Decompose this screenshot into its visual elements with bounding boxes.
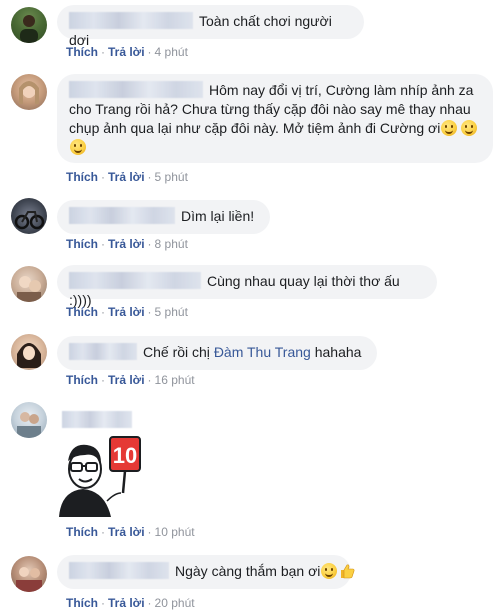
avatar[interactable] bbox=[11, 402, 47, 438]
comment-bubble: Ngày càng thắm bạn ơi bbox=[57, 555, 355, 589]
timestamp[interactable]: 16 phút bbox=[155, 373, 195, 387]
commenter-name-blurred[interactable] bbox=[62, 411, 132, 428]
commenter-name-blurred[interactable] bbox=[69, 343, 137, 360]
avatar-image-icon bbox=[20, 15, 38, 43]
timestamp[interactable]: 10 phút bbox=[155, 525, 195, 539]
reply-link[interactable]: Trả lời bbox=[108, 237, 145, 251]
avatar[interactable] bbox=[11, 266, 47, 302]
separator: · bbox=[147, 373, 152, 387]
like-link[interactable]: Thích bbox=[66, 596, 98, 610]
commenter-name-blurred[interactable] bbox=[69, 81, 203, 98]
like-link[interactable]: Thích bbox=[66, 373, 98, 387]
separator: · bbox=[147, 237, 152, 251]
sticker-man-holding-score-sign[interactable]: 10 bbox=[55, 435, 145, 517]
sticker-body bbox=[59, 489, 111, 517]
avatar[interactable] bbox=[11, 74, 47, 110]
reply-link[interactable]: Trả lời bbox=[108, 45, 145, 59]
timestamp[interactable]: 4 phút bbox=[155, 45, 188, 59]
separator: · bbox=[101, 596, 105, 610]
comment-bubble: Cùng nhau quay lại thời thơ ấu :)))) bbox=[57, 265, 437, 308]
comment-text: hahaha bbox=[314, 344, 362, 360]
like-link[interactable]: Thích bbox=[66, 305, 98, 319]
comment-actions: Thích · Trả lời · 16 phút bbox=[66, 373, 195, 387]
avatar[interactable] bbox=[11, 7, 47, 43]
comment-text-line-3: chụp ảnh qua lại như cặp đôi này. Mở tiệ… bbox=[69, 120, 441, 136]
like-link[interactable]: Thích bbox=[66, 525, 98, 539]
like-link[interactable]: Thích bbox=[66, 237, 98, 251]
separator: · bbox=[147, 170, 152, 184]
comment-text: Dìm lại liền! bbox=[181, 208, 255, 224]
avatar-image-icon bbox=[17, 412, 41, 438]
like-link[interactable]: Thích bbox=[66, 170, 98, 184]
comment-text: Ngày càng thắm bạn ơi bbox=[175, 563, 321, 579]
comment-bubble: Toàn chất chơi người dơi bbox=[57, 5, 364, 48]
smile-emoji-icon bbox=[441, 120, 458, 136]
comment-actions: Thích · Trả lời · 10 phút bbox=[66, 525, 195, 539]
timestamp[interactable]: 5 phút bbox=[155, 305, 188, 319]
commenter-name-blurred[interactable] bbox=[69, 207, 175, 224]
smile-emoji-icon bbox=[321, 563, 338, 579]
score-number: 10 bbox=[113, 443, 137, 468]
separator: · bbox=[101, 45, 105, 59]
avatar-image-icon bbox=[16, 567, 42, 592]
separator: · bbox=[147, 525, 152, 539]
timestamp[interactable]: 8 phút bbox=[155, 237, 188, 251]
avatar-image-icon bbox=[19, 81, 39, 104]
reply-link[interactable]: Trả lời bbox=[108, 170, 145, 184]
avatar-image-icon bbox=[17, 343, 41, 368]
commenter-name-blurred[interactable] bbox=[69, 12, 193, 29]
commenter-name-blurred[interactable] bbox=[69, 272, 201, 289]
reply-link[interactable]: Trả lời bbox=[108, 525, 145, 539]
comment-actions: Thích · Trả lời · 8 phút bbox=[66, 237, 188, 251]
reply-link[interactable]: Trả lời bbox=[108, 596, 145, 610]
smile-emoji-icon bbox=[70, 139, 86, 155]
separator: · bbox=[147, 45, 152, 59]
commenter-name-blurred[interactable] bbox=[69, 562, 169, 579]
comment-bubble: Chế rồi chị Đàm Thu Trang hahaha bbox=[57, 336, 377, 370]
sign-stick bbox=[121, 470, 127, 494]
separator: · bbox=[101, 170, 105, 184]
separator: · bbox=[101, 525, 105, 539]
separator: · bbox=[101, 237, 105, 251]
mention-link[interactable]: Đàm Thu Trang bbox=[214, 344, 311, 360]
timestamp[interactable]: 20 phút bbox=[155, 596, 195, 610]
timestamp[interactable]: 5 phút bbox=[155, 170, 188, 184]
separator: · bbox=[147, 596, 152, 610]
comment-actions: Thích · Trả lời · 5 phút bbox=[66, 305, 188, 319]
comment-bubble: Hôm nay đổi vị trí, Cường làm nhíp ảnh z… bbox=[57, 74, 493, 163]
avatar[interactable] bbox=[11, 334, 47, 370]
comment-actions: Thích · Trả lời · 4 phút bbox=[66, 45, 188, 59]
thumbs-up-emoji-icon bbox=[341, 564, 355, 579]
reply-link[interactable]: Trả lời bbox=[108, 373, 145, 387]
avatar-image-icon bbox=[17, 276, 41, 302]
comment-actions: Thích · Trả lời · 20 phút bbox=[66, 596, 195, 610]
comment-text: Chế rồi chị bbox=[143, 344, 210, 360]
like-link[interactable]: Thích bbox=[66, 45, 98, 59]
avatar[interactable] bbox=[11, 198, 47, 234]
comment-text-line-1: Hôm nay đổi vị trí, Cường làm nhíp ảnh z… bbox=[209, 82, 474, 98]
separator: · bbox=[101, 373, 105, 387]
smile-emoji-icon bbox=[461, 120, 478, 136]
comment-actions: Thích · Trả lời · 5 phút bbox=[66, 170, 188, 184]
avatar-image-icon bbox=[14, 211, 45, 230]
separator: · bbox=[147, 305, 152, 319]
comment-text-line-2: cho Trang rồi hả? Chưa từng thấy cặp đôi… bbox=[69, 101, 471, 117]
separator: · bbox=[101, 305, 105, 319]
avatar[interactable] bbox=[11, 556, 47, 592]
reply-link[interactable]: Trả lời bbox=[108, 305, 145, 319]
comment-bubble: Dìm lại liền! bbox=[57, 200, 270, 234]
